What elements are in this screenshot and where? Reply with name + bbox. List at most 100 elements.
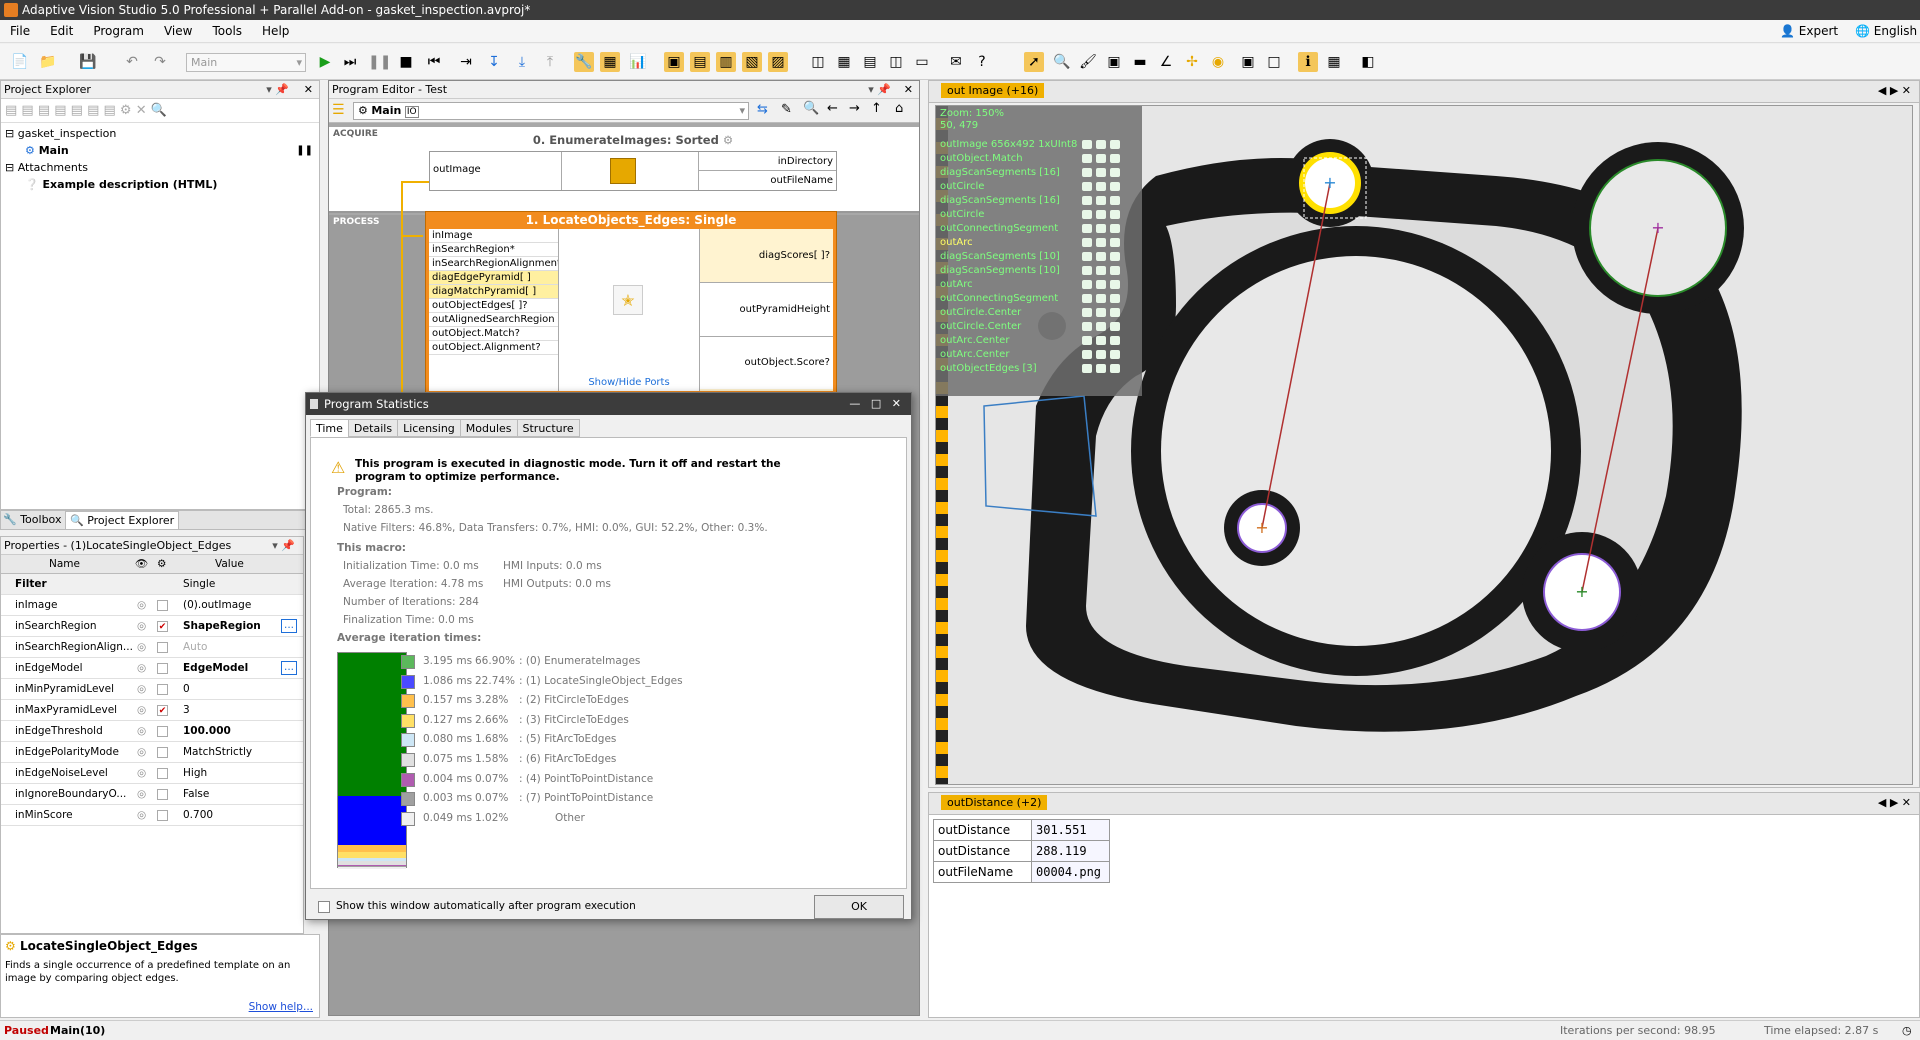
macro-select[interactable]: Main ▾ xyxy=(186,53,306,72)
menu-program[interactable]: Program xyxy=(83,20,154,43)
ok-button[interactable]: OK xyxy=(814,895,904,919)
close-icon[interactable]: ✕ xyxy=(904,81,913,99)
ruler-icon[interactable]: ▬ xyxy=(1130,52,1150,72)
layer-visibility-icon[interactable] xyxy=(1082,350,1142,360)
property-row[interactable]: inIgnoreBoundaryO... ◎ False xyxy=(1,784,303,805)
overlay-layer-item[interactable]: outCircle.Center xyxy=(940,306,1140,320)
bitmap-toggle-icon[interactable]: ▦ xyxy=(1324,52,1344,72)
select-tool-icon[interactable]: ➚ xyxy=(1024,52,1044,72)
property-row[interactable]: inMaxPyramidLevel ◎ ✔ 3 xyxy=(1,700,303,721)
overlay-layer-item[interactable]: diagScanSegments [10] xyxy=(940,264,1140,278)
undo-icon[interactable]: ↶ xyxy=(122,52,142,72)
overlay-layer-item[interactable]: outImage 656x492 1xUInt8 xyxy=(940,138,1140,152)
property-row[interactable]: inEdgeNoiseLevel ◎ High xyxy=(1,763,303,784)
edit-value-button[interactable]: ... xyxy=(281,661,297,675)
show-help-link[interactable]: Show help... xyxy=(249,1001,313,1013)
menu-file[interactable]: File xyxy=(0,20,40,43)
visibility-icon[interactable]: ◎ xyxy=(137,721,146,742)
property-row[interactable]: inMinPyramidLevel ◎ 0 xyxy=(1,679,303,700)
overlay-layer-item[interactable]: outArc.Center xyxy=(940,334,1140,348)
property-value[interactable]: High xyxy=(183,763,207,784)
node1-port-diagscores[interactable]: diagScores[ ]? xyxy=(700,229,833,283)
step-into-icon[interactable]: ↧ xyxy=(484,52,504,72)
swap-icon[interactable]: ⇆ xyxy=(757,102,768,117)
layer-visibility-icon[interactable] xyxy=(1082,280,1142,290)
node0-port-outfilename[interactable]: outFileName xyxy=(699,171,836,190)
output-row[interactable]: outDistance 301.551 xyxy=(933,819,1110,841)
property-checkbox[interactable] xyxy=(157,747,168,758)
property-value[interactable]: ShapeRegion xyxy=(183,616,261,637)
property-checkbox[interactable]: ✔ xyxy=(157,705,168,716)
show-hide-ports-link[interactable]: Show/Hide Ports xyxy=(559,377,699,388)
iterate-icon[interactable]: ⏭ xyxy=(340,52,360,72)
export-image-icon[interactable]: ◧ xyxy=(1358,52,1378,72)
info-toggle-icon[interactable]: ℹ xyxy=(1298,52,1318,72)
layer-visibility-icon[interactable] xyxy=(1082,182,1142,192)
visibility-icon[interactable]: ◎ xyxy=(137,805,146,826)
visibility-icon[interactable]: ◎ xyxy=(137,763,146,784)
forward-icon[interactable]: → xyxy=(849,101,860,116)
property-value[interactable]: Single xyxy=(183,574,215,595)
language-button[interactable]: 🌐 English xyxy=(1855,20,1917,43)
property-row[interactable]: Filter Single xyxy=(1,574,303,595)
visibility-icon[interactable]: ◎ xyxy=(137,595,146,616)
layout-2-icon[interactable]: ▦ xyxy=(834,52,854,72)
overlay-layer-item[interactable]: outCircle xyxy=(940,180,1140,194)
property-value[interactable]: 0 xyxy=(183,679,190,700)
zoom-fit-icon[interactable]: □ xyxy=(1264,52,1284,72)
auto-show-checkbox[interactable] xyxy=(318,901,330,913)
property-checkbox[interactable] xyxy=(157,684,168,695)
property-value[interactable]: 3 xyxy=(183,700,190,721)
property-row[interactable]: inEdgeThreshold ◎ 100.000 xyxy=(1,721,303,742)
layer-visibility-icon[interactable] xyxy=(1082,210,1142,220)
property-row[interactable]: inSearchRegion ◎ ✔ ShapeRegion... xyxy=(1,616,303,637)
menu-tools[interactable]: Tools xyxy=(202,20,252,43)
redo-icon[interactable]: ↷ xyxy=(150,52,170,72)
diagnostic-output-icon[interactable]: ▦ xyxy=(600,52,620,72)
property-row[interactable]: inEdgeModel ◎ EdgeModel... xyxy=(1,658,303,679)
image-canvas[interactable]: + + + + Zoom: 150% 50, 479 outImage 656x… xyxy=(935,105,1913,785)
node0-port-indirectory[interactable]: inDirectory xyxy=(699,152,836,171)
output-row[interactable]: outFileName 00004.png xyxy=(933,861,1110,883)
diagnostic-mode-icon[interactable]: 🔧 xyxy=(574,52,594,72)
back-icon[interactable]: ← xyxy=(827,101,838,116)
property-row[interactable]: inImage ◎ (0).outImage xyxy=(1,595,303,616)
property-value[interactable]: 100.000 xyxy=(183,721,231,742)
property-checkbox[interactable] xyxy=(157,789,168,800)
property-checkbox[interactable] xyxy=(157,642,168,653)
close-icon[interactable]: ✕ xyxy=(304,81,313,99)
visibility-icon[interactable]: ◎ xyxy=(137,616,146,637)
search-icon[interactable]: 🔍 xyxy=(151,103,167,118)
search-icon[interactable]: 🔍 xyxy=(803,101,819,116)
node1-input-port[interactable]: outAlignedSearchRegion xyxy=(429,313,558,327)
property-checkbox[interactable] xyxy=(157,663,168,674)
tab-out-image[interactable]: out Image (+16) xyxy=(941,83,1045,98)
statistics-icon[interactable]: 📊 xyxy=(628,52,648,72)
tab-time[interactable]: Time xyxy=(310,419,349,437)
overlay-layer-item[interactable]: outCircle xyxy=(940,208,1140,222)
tree-attachments[interactable]: ⊟ Attachments xyxy=(5,161,88,174)
layer-visibility-icon[interactable] xyxy=(1082,308,1142,318)
node1-input-port[interactable]: inImage xyxy=(429,229,558,243)
layer-visibility-icon[interactable] xyxy=(1082,140,1142,150)
node-enumerate-images[interactable]: outImage inDirectory outFileName xyxy=(429,151,837,191)
visibility-icon[interactable]: ◎ xyxy=(137,700,146,721)
overlay-layer-item[interactable]: diagScanSegments [10] xyxy=(940,250,1140,264)
step-out-icon[interactable]: ⤒ xyxy=(540,52,560,72)
layout-4-icon[interactable]: ◫ xyxy=(886,52,906,72)
open-folder-icon[interactable]: 📁 xyxy=(38,52,58,72)
run-icon[interactable]: ▶ xyxy=(315,52,335,72)
edit-value-button[interactable]: ... xyxy=(281,619,297,633)
node-locate-objects[interactable]: 1. LocateObjects_Edges: Single inImage in… xyxy=(425,211,837,393)
node1-port-outpyramidheight[interactable]: outPyramidHeight xyxy=(700,283,833,337)
property-row[interactable]: inEdgePolarityMode ◎ MatchStrictly xyxy=(1,742,303,763)
add-task-icon[interactable]: ▧ xyxy=(742,52,762,72)
layer-visibility-icon[interactable] xyxy=(1082,196,1142,206)
node0-title[interactable]: 0. EnumerateImages: Sorted ⚙ xyxy=(429,131,837,149)
tab-out-distance[interactable]: outDistance (+2) xyxy=(941,795,1048,810)
new-file-icon[interactable]: 📄 xyxy=(10,52,30,72)
region-tool-icon[interactable]: ▣ xyxy=(1104,52,1124,72)
tab-details[interactable]: Details xyxy=(347,419,399,437)
tree-root[interactable]: ⊟ gasket_inspection xyxy=(5,127,116,140)
node0-port-outimage[interactable]: outImage xyxy=(430,152,562,190)
